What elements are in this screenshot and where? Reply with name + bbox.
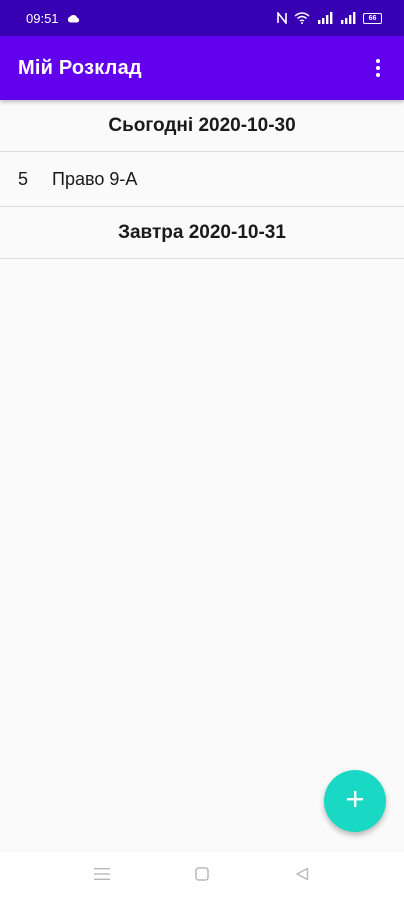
status-icons: 66 <box>277 12 382 24</box>
schedule-list: Сьогодні 2020-10-30 5 Право 9-А Завтра 2… <box>0 100 404 259</box>
home-nav-button[interactable] <box>191 865 213 887</box>
status-time: 09:51 <box>26 10 59 26</box>
system-nav-bar <box>0 852 404 900</box>
back-triangle-icon <box>295 867 309 886</box>
menu-lines-icon <box>94 867 110 886</box>
battery-level: 66 <box>368 14 377 22</box>
back-nav-button[interactable] <box>291 865 313 887</box>
cloud-icon <box>67 11 80 26</box>
more-vert-icon[interactable] <box>366 48 390 88</box>
menu-nav-button[interactable] <box>91 865 113 887</box>
wifi-icon <box>294 12 310 24</box>
lesson-name: Право 9-А <box>52 168 138 189</box>
status-bar: 09:51 66 <box>0 0 404 36</box>
signal-icon-2 <box>340 12 356 24</box>
lesson-number: 5 <box>18 168 29 189</box>
plus-icon <box>345 789 365 814</box>
lesson-row[interactable]: 5 Право 9-А <box>0 152 404 207</box>
add-lesson-button[interactable] <box>324 770 386 832</box>
tomorrow-header: Завтра 2020-10-31 <box>0 207 404 259</box>
nfc-icon <box>277 12 287 24</box>
home-square-icon <box>195 866 209 886</box>
app-title: Мій Розклад <box>18 56 142 79</box>
status-left: 09:51 <box>26 11 80 26</box>
app-bar: Мій Розклад <box>0 36 404 100</box>
battery-icon: 66 <box>363 12 382 24</box>
today-header: Сьогодні 2020-10-30 <box>0 100 404 152</box>
signal-icon <box>317 12 333 24</box>
